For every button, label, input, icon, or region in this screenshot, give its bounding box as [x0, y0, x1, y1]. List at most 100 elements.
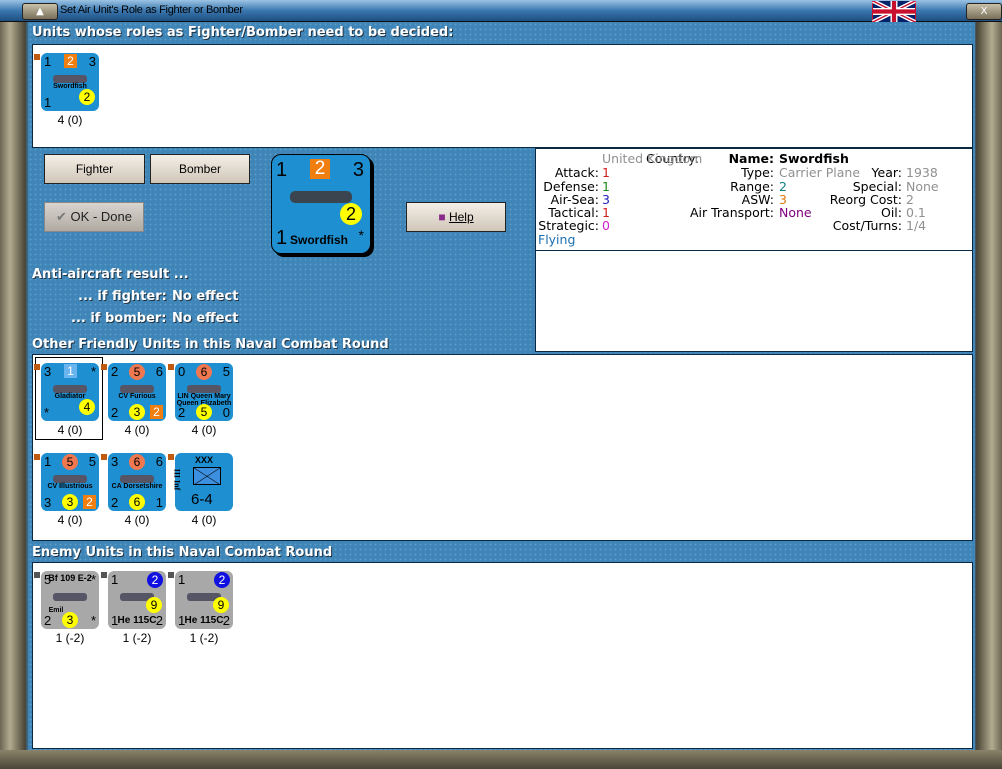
unit-counter[interactable]: 0 6 5 LIN Queen Mary Queen Elizabeth 2 5 0 — [175, 363, 233, 421]
unit-bottom-left: * — [44, 405, 50, 420]
unit-name: Emil — [48, 607, 64, 614]
unit-top-left: 1 — [111, 572, 119, 587]
unit-strength-label: 4 (0) — [191, 513, 217, 527]
unit-counter[interactable]: 2 5 6 CV Furious 2 3 2 — [108, 363, 166, 421]
unit-bottom-right: 2 — [79, 89, 95, 105]
united-kingdom-flag-icon — [872, 0, 916, 24]
unit-marker-icon — [168, 572, 174, 578]
unit-bottom-left: 2 — [111, 405, 119, 420]
selected-defense: 1 — [276, 227, 288, 249]
unit-counter[interactable]: 1 2 He 115C 9 1 2 — [108, 571, 166, 629]
unit-top-label: XXX — [194, 455, 213, 465]
minimize-button[interactable]: ▲ — [22, 3, 58, 20]
unit-counter[interactable]: XXX III Inf 6-4 — [172, 453, 233, 511]
unit-movement: 9 — [146, 597, 162, 613]
unit-top-right: * — [90, 572, 96, 587]
enemy-units-panel: 5 Bf 109 E-2 * Emil 2 3 * 1 (-2) 1 2 He 115C 9 1 2 1 (… — [32, 562, 973, 749]
unit-movement: 9 — [213, 597, 229, 613]
plane-icon — [53, 593, 87, 601]
unit-top-left: 0 — [178, 364, 186, 379]
unit-counter[interactable]: 3 1 * Gladiator * 4 — [41, 363, 99, 421]
unit-top-right: 2 — [147, 572, 163, 588]
aa-fighter-value: No effect — [172, 289, 239, 304]
unit-bottom-left: 3 — [44, 495, 52, 510]
ship-icon — [53, 475, 87, 483]
unit-name: CV Illustrious — [47, 483, 93, 490]
unit-name: CV Furious — [118, 393, 156, 400]
aa-bomber-value: No effect — [172, 311, 239, 326]
unit-counter[interactable]: 1 2 He 115C 9 1 2 — [175, 571, 233, 629]
unit-marker-icon — [34, 364, 40, 370]
help-button[interactable]: ■ Help — [406, 202, 506, 232]
swordfish-plane-icon — [290, 191, 352, 203]
ship-icon — [120, 475, 154, 483]
unit-bottom-mid: 3 — [62, 612, 78, 628]
info-divider — [536, 250, 972, 251]
unit-bottom-right: 2 — [155, 613, 163, 628]
unit-strength: 6-4 — [191, 491, 213, 508]
bomber-button[interactable]: Bomber — [150, 154, 250, 184]
unit-top-value: 2 — [64, 54, 77, 68]
unit-bottom-right: 2 — [222, 613, 230, 628]
unit-name: CA Dorsetshire — [111, 483, 163, 490]
unit-strength-label: 1 (-2) — [189, 631, 219, 645]
unit-bottom-mid: 5 — [196, 404, 212, 420]
country-value: United Kingdom — [602, 151, 703, 166]
unit-top-value: 6 — [196, 364, 212, 380]
attack-label: Attack: — [554, 165, 599, 180]
window-bottom-frame — [0, 750, 1002, 769]
airtransport-label: Air Transport: — [689, 205, 774, 220]
cost-value: 1/4 — [906, 218, 927, 233]
checkmark-icon: ✔ — [56, 209, 71, 224]
unit-marker-icon — [101, 572, 107, 578]
unit-bottom-mid: 3 — [129, 404, 145, 420]
unit-top-right: 2 — [214, 572, 230, 588]
type-value: Carrier Plane — [779, 165, 861, 180]
unit-top-right: 5 — [222, 364, 230, 379]
help-book-icon: ■ — [438, 210, 449, 224]
name-value: Swordfish — [779, 151, 849, 166]
unit-marker-icon — [34, 572, 40, 578]
ship-icon — [120, 385, 154, 393]
unit-bottom-right: 1 — [155, 495, 163, 510]
unit-counter[interactable]: 1 5 5 CV Illustrious 3 3 2 — [41, 453, 99, 511]
unit-strength-label: 4 (0) — [57, 513, 83, 527]
cost-label: Cost/Turns: — [832, 218, 902, 233]
ok-done-button[interactable]: ✔ OK - Done — [44, 202, 144, 232]
unit-marker-icon — [101, 454, 107, 460]
unit-counter[interactable]: 3 6 6 CA Dorsetshire 2 6 1 — [108, 453, 166, 511]
unit-bottom-left: 1 — [111, 613, 119, 628]
selected-air-attack: 1 — [276, 159, 288, 181]
infantry-symbol-icon — [193, 467, 221, 485]
unit-bottom-right: 0 — [222, 405, 230, 420]
unit-top-left: 1 — [44, 454, 52, 469]
unit-top-right: 3 — [88, 54, 96, 69]
unit-strength-label: 4 (0) — [124, 423, 150, 437]
selected-range: 3 — [352, 159, 364, 181]
plane-icon — [53, 75, 87, 83]
close-button[interactable]: X — [966, 3, 1002, 20]
unit-bottom-mid: 3 — [62, 494, 78, 510]
unit-top-left: 2 — [111, 364, 119, 379]
unit-bottom-left: 2 — [44, 613, 52, 628]
unit-marker-icon — [101, 364, 107, 370]
unit-top-right: 6 — [155, 454, 163, 469]
attack-value: 1 — [602, 165, 610, 180]
unit-top-right: * — [90, 364, 96, 379]
ok-done-label: OK - Done — [70, 209, 132, 224]
unit-name: III Inf — [172, 468, 182, 491]
unit-top-right: 5 — [88, 454, 96, 469]
fighter-button[interactable]: Fighter — [44, 154, 145, 184]
aa-fighter-label: ... if fighter: — [78, 289, 167, 304]
window-title: Set Air Unit's Role as Fighter or Bomber — [60, 4, 243, 16]
ship-icon — [187, 385, 221, 393]
pending-section-header: Units whose roles as Fighter/Bomber need… — [32, 25, 454, 40]
unit-top-value: 1 — [64, 364, 77, 378]
unit-bottom-right: 4 — [79, 399, 95, 415]
unit-top-left: 1 — [44, 54, 52, 69]
unit-marker-icon — [34, 454, 40, 460]
name-label: Name: — [728, 151, 774, 166]
unit-bottom-left: 1 — [178, 613, 186, 628]
unit-counter[interactable]: 1 2 3 Swordfish 1 2 — [41, 53, 99, 111]
unit-counter[interactable]: 5 Bf 109 E-2 * Emil 2 3 * — [41, 571, 99, 629]
